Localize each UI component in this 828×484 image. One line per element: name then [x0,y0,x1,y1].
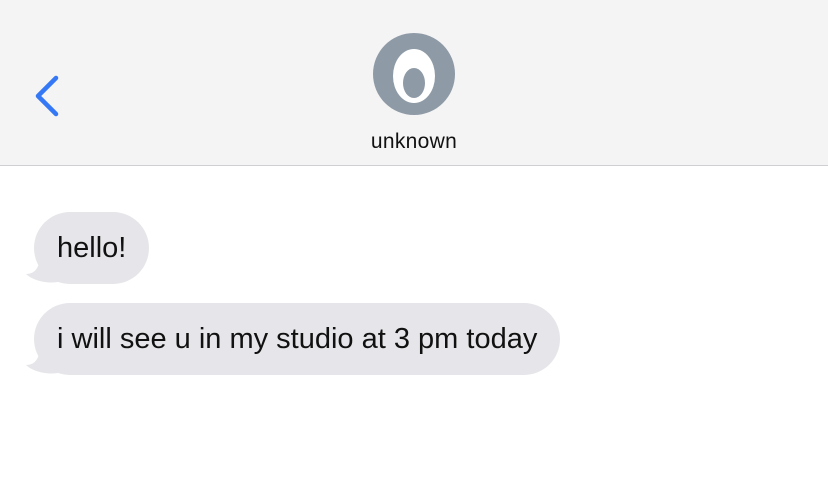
chevron-left-icon [35,75,59,117]
contact-name[interactable]: unknown [0,130,828,154]
back-button[interactable] [30,72,66,120]
message-bubble-incoming[interactable]: i will see u in my studio at 3 pm today [24,303,561,375]
conversation-header: unknown [0,0,828,166]
message-text: hello! [34,212,150,284]
contact-avatar[interactable] [373,33,455,115]
message-text: i will see u in my studio at 3 pm today [34,303,561,375]
message-thread: hello! i will see u in my studio at 3 pm… [0,167,828,484]
contact-placeholder-icon [393,49,435,103]
message-bubble-incoming[interactable]: hello! [24,212,150,284]
